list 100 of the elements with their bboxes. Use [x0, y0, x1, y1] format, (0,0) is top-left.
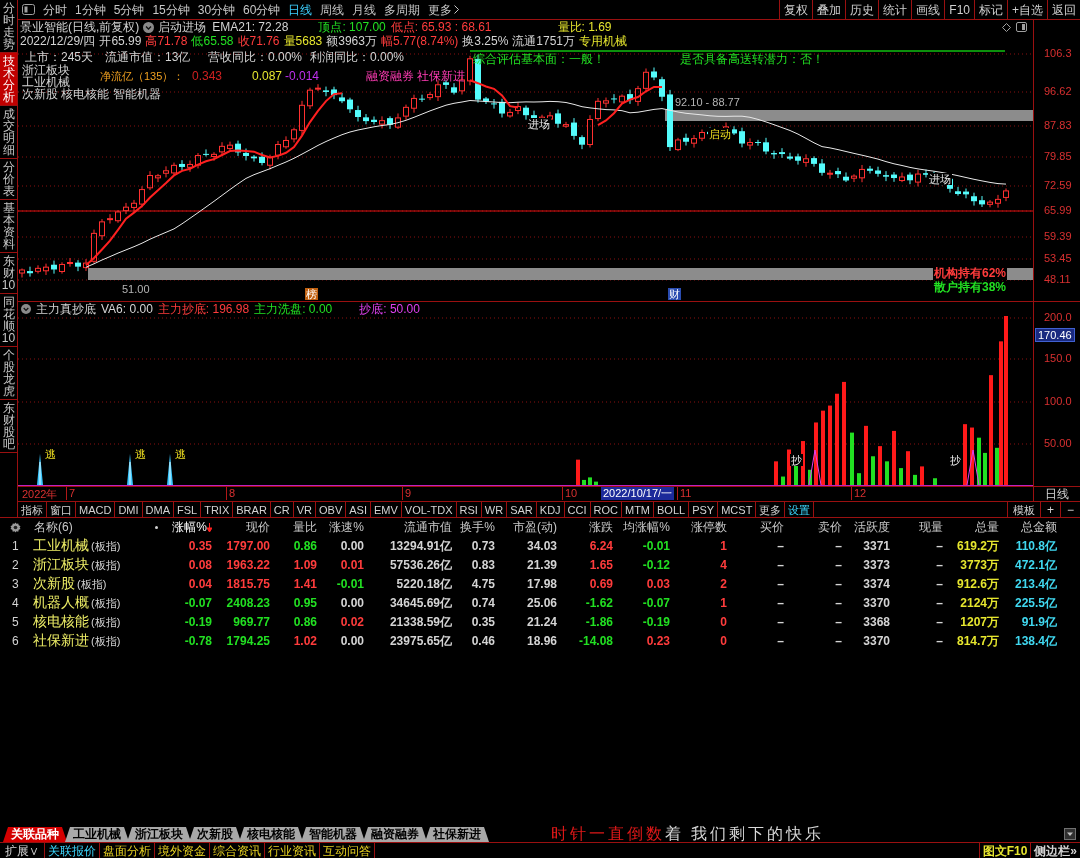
- template-button[interactable]: 模板: [1007, 502, 1040, 517]
- indicator-tab[interactable]: OBV: [316, 502, 347, 517]
- indicator-tab[interactable]: MCST: [718, 502, 757, 517]
- column-header[interactable]: 活跃度: [854, 519, 890, 535]
- dropdown-icon[interactable]: [143, 21, 155, 33]
- column-header[interactable]: 总量: [975, 519, 999, 535]
- sidebar-tab[interactable]: 成交明细: [0, 106, 17, 159]
- column-header[interactable]: 均涨幅%: [623, 519, 670, 535]
- indicator-tab[interactable]: MTM: [622, 502, 655, 517]
- remove-button[interactable]: −: [1060, 502, 1080, 517]
- indicator-tab[interactable]: EMV: [370, 502, 402, 517]
- column-header[interactable]: 涨停数: [691, 519, 727, 535]
- period-tab[interactable]: 周线: [316, 0, 349, 19]
- add-button[interactable]: +: [1040, 502, 1060, 517]
- indicator-tab[interactable]: VOL-TDX: [401, 502, 457, 517]
- indicator-tab[interactable]: VR: [293, 502, 316, 517]
- related-tab[interactable]: 工业机械: [65, 827, 129, 842]
- side-button[interactable]: 侧边栏»: [1030, 843, 1080, 858]
- column-header[interactable]: 流通市值: [404, 519, 452, 535]
- toolbar-button[interactable]: F10: [944, 0, 974, 19]
- column-header[interactable]: 换手%: [460, 519, 495, 535]
- more-menu[interactable]: 更多: [424, 0, 464, 19]
- panel-icon[interactable]: [1016, 22, 1027, 32]
- sector-name[interactable]: 核电核能: [33, 613, 89, 630]
- scroll-down-icon[interactable]: [1064, 828, 1076, 840]
- related-tab[interactable]: 关联品种: [3, 827, 67, 842]
- indicator-tab[interactable]: 窗口: [47, 502, 76, 517]
- indicator-tab[interactable]: CR: [270, 502, 294, 517]
- related-tab[interactable]: 核电核能: [239, 827, 303, 842]
- sidebar-tab[interactable]: 同花顺10: [0, 294, 17, 347]
- toolbar-button[interactable]: 统计: [878, 0, 912, 19]
- related-tab[interactable]: 融资融券: [363, 827, 427, 842]
- expand-menu[interactable]: 扩展∨: [0, 843, 45, 858]
- sector-name[interactable]: 机器人概: [33, 594, 89, 611]
- diamond-icon[interactable]: [1002, 22, 1011, 32]
- side-button[interactable]: 图文F10: [978, 843, 1031, 858]
- indicator-tab[interactable]: BOLL: [654, 502, 690, 517]
- indicator-tab[interactable]: DMI: [115, 502, 143, 517]
- info-link[interactable]: 互动问答: [320, 843, 375, 858]
- column-header[interactable]: 市盈(动): [513, 519, 557, 535]
- indicator-tab[interactable]: BRAR: [233, 502, 271, 517]
- panel-toggle-icon[interactable]: [22, 4, 35, 15]
- info-link[interactable]: 境外资金: [155, 843, 210, 858]
- toolbar-button[interactable]: 返回: [1047, 0, 1080, 19]
- sector-name[interactable]: 社保新进: [33, 632, 89, 649]
- settings-icon[interactable]: [10, 521, 21, 533]
- toolbar-button[interactable]: +自选: [1007, 0, 1047, 19]
- period-tab[interactable]: 30分钟: [193, 0, 240, 19]
- indicator-tab[interactable]: 指标: [18, 502, 47, 517]
- indicator-tab[interactable]: KDJ: [536, 502, 565, 517]
- column-header[interactable]: 现量: [919, 519, 943, 535]
- indicator-tab[interactable]: FSL: [174, 502, 202, 517]
- info-link[interactable]: 综合资讯: [210, 843, 265, 858]
- info-link[interactable]: 关联报价: [45, 843, 100, 858]
- toolbar-button[interactable]: 历史: [845, 0, 879, 19]
- column-header[interactable]: 现价: [246, 519, 270, 535]
- indicator-tab[interactable]: DMA: [142, 502, 174, 517]
- period-tab[interactable]: 多周期: [380, 0, 425, 19]
- period-tab[interactable]: 1分钟: [71, 0, 110, 19]
- indicator-tab[interactable]: ASI: [346, 502, 371, 517]
- indicator-tab[interactable]: WR: [481, 502, 508, 517]
- column-header[interactable]: 总金额: [1021, 519, 1057, 535]
- indicator-tab[interactable]: PSY: [689, 502, 719, 517]
- column-header[interactable]: 名称(6): [34, 519, 73, 535]
- indicator-tab[interactable]: 更多: [756, 502, 786, 517]
- related-tab[interactable]: 浙江板块: [127, 827, 191, 842]
- indicator-tab[interactable]: 设置: [785, 502, 815, 517]
- period-tab[interactable]: 月线: [348, 0, 381, 19]
- event-badge[interactable]: 财: [668, 288, 681, 300]
- column-header[interactable]: 买价: [760, 519, 784, 535]
- toolbar-button[interactable]: 画线: [911, 0, 945, 19]
- period-tab[interactable]: 日线: [284, 0, 317, 19]
- sector-name[interactable]: 次新股: [33, 575, 75, 592]
- sidebar-tab[interactable]: 个股龙虎: [0, 347, 17, 400]
- indicator-tab[interactable]: SAR: [507, 502, 537, 517]
- sidebar-tab[interactable]: 分时走势: [0, 0, 17, 53]
- info-link[interactable]: 行业资讯: [265, 843, 320, 858]
- sector-name[interactable]: 工业机械: [33, 537, 89, 554]
- column-header[interactable]: 涨速%: [329, 519, 364, 535]
- column-header[interactable]: 量比: [293, 519, 317, 535]
- related-tab[interactable]: 社保新进: [425, 827, 489, 842]
- period-tab[interactable]: 5分钟: [109, 0, 149, 19]
- sidebar-tab[interactable]: 基本资料: [0, 200, 17, 253]
- column-header[interactable]: 涨幅%: [172, 519, 207, 535]
- toolbar-button[interactable]: 叠加: [812, 0, 846, 19]
- indicator-tab[interactable]: CCI: [564, 502, 591, 517]
- related-tab[interactable]: 智能机器: [301, 827, 365, 842]
- indicator-tab[interactable]: ROC: [590, 502, 622, 517]
- info-link[interactable]: 盘面分析: [100, 843, 155, 858]
- sidebar-tab[interactable]: 技术分析: [0, 53, 17, 106]
- period-tab[interactable]: 60分钟: [239, 0, 285, 19]
- indicator-tab[interactable]: TRIX: [201, 502, 234, 517]
- toolbar-button[interactable]: 标记: [974, 0, 1007, 19]
- sidebar-tab[interactable]: 分价表: [0, 159, 17, 200]
- indicator-tab[interactable]: MACD: [76, 502, 116, 517]
- indicator-tab[interactable]: RSI: [456, 502, 482, 517]
- related-tab[interactable]: 次新股: [189, 827, 241, 842]
- sector-name[interactable]: 浙江板块: [33, 556, 89, 573]
- column-header[interactable]: 卖价: [818, 519, 842, 535]
- indicator-name[interactable]: 主力真抄底: [36, 302, 96, 316]
